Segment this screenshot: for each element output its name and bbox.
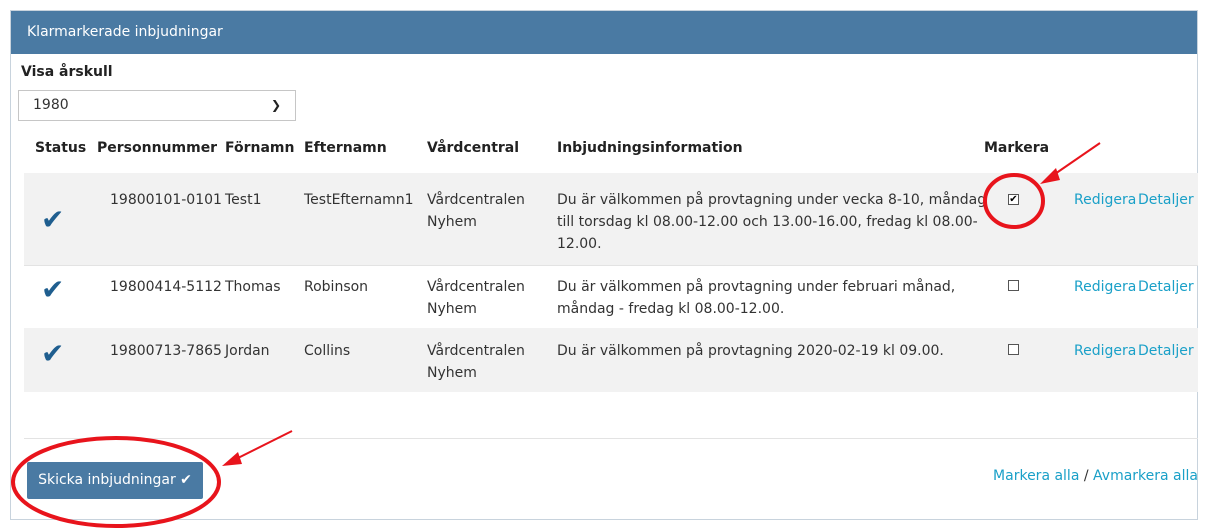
- details-link[interactable]: Detaljer: [1138, 341, 1194, 361]
- row-divider: [24, 265, 1198, 266]
- header-markera: Markera: [984, 140, 1050, 156]
- mark-checkbox[interactable]: ✔: [1008, 194, 1019, 205]
- cell-info-line2: måndag - fredag kl 08.00-12.00.: [557, 301, 785, 317]
- cell-efternamn: Collins: [304, 343, 351, 359]
- cell-personnummer: 19800101-0101: [110, 192, 222, 208]
- details-link[interactable]: Detaljer: [1138, 190, 1194, 210]
- cell-vardcentral: Vårdcentralen: [427, 192, 525, 208]
- header-vardcentral: Vårdcentral: [427, 140, 520, 156]
- edit-link[interactable]: Redigera: [1074, 341, 1136, 361]
- cell-info: Du är välkommen på provtagning 2020-02-1…: [557, 343, 944, 359]
- cell-personnummer: 19800414-5112: [110, 279, 222, 295]
- cell-vardcentral-line2: Nyhem: [427, 301, 477, 317]
- cell-info-line3: 12.00.: [557, 236, 602, 252]
- cell-info: Du är välkommen på provtagning under feb…: [557, 279, 956, 295]
- mark-all-link[interactable]: Markera alla: [993, 468, 1079, 484]
- mark-checkbox[interactable]: [1008, 344, 1019, 355]
- header-personnummer: Personnummer: [97, 140, 218, 156]
- checkmark-icon: ✔: [41, 203, 65, 236]
- send-invitations-button[interactable]: Skicka inbjudningar ✔: [27, 462, 203, 499]
- edit-link[interactable]: Redigera: [1074, 277, 1136, 297]
- cell-info-line2: till torsdag kl 08.00-12.00 och 13.00-16…: [557, 214, 978, 230]
- year-select[interactable]: 1980 ❯: [18, 90, 296, 121]
- panel-title: Klarmarkerade inbjudningar: [11, 11, 1197, 54]
- header-fornamn: Förnamn: [225, 140, 295, 156]
- checkmark-icon: ✔: [180, 472, 192, 488]
- cell-fornamn: Test1: [225, 192, 262, 208]
- checkmark-icon: ✔: [41, 337, 65, 370]
- cell-efternamn: Robinson: [304, 279, 369, 295]
- cell-fornamn: Thomas: [225, 279, 281, 295]
- cell-vardcentral-line2: Nyhem: [427, 214, 477, 230]
- chevron-down-icon: ❯: [270, 98, 281, 112]
- footer-divider: [24, 438, 1198, 439]
- header-info: Inbjudningsinformation: [557, 140, 743, 156]
- cell-vardcentral: Vårdcentralen: [427, 279, 525, 295]
- year-select-value: 1980: [33, 97, 69, 113]
- cell-fornamn: Jordan: [225, 343, 270, 359]
- unmark-all-link[interactable]: Avmarkera alla: [1093, 468, 1198, 484]
- edit-link[interactable]: Redigera: [1074, 190, 1136, 210]
- header-efternamn: Efternamn: [304, 140, 387, 156]
- header-status: Status: [35, 140, 87, 156]
- details-link[interactable]: Detaljer: [1138, 277, 1194, 297]
- cell-vardcentral-line2: Nyhem: [427, 365, 477, 381]
- checkmark-icon: ✔: [41, 273, 65, 306]
- year-filter-label: Visa årskull: [21, 64, 113, 80]
- send-button-label: Skicka inbjudningar: [38, 472, 176, 488]
- mark-separator: /: [1083, 468, 1089, 484]
- mark-all-links: Markera alla / Avmarkera alla: [993, 466, 1198, 486]
- mark-checkbox[interactable]: [1008, 280, 1019, 291]
- cell-info: Du är välkommen på provtagning under vec…: [557, 192, 987, 208]
- cell-efternamn: TestEfternamn1: [304, 192, 414, 208]
- cell-personnummer: 19800713-7865: [110, 343, 222, 359]
- cell-vardcentral: Vårdcentralen: [427, 343, 525, 359]
